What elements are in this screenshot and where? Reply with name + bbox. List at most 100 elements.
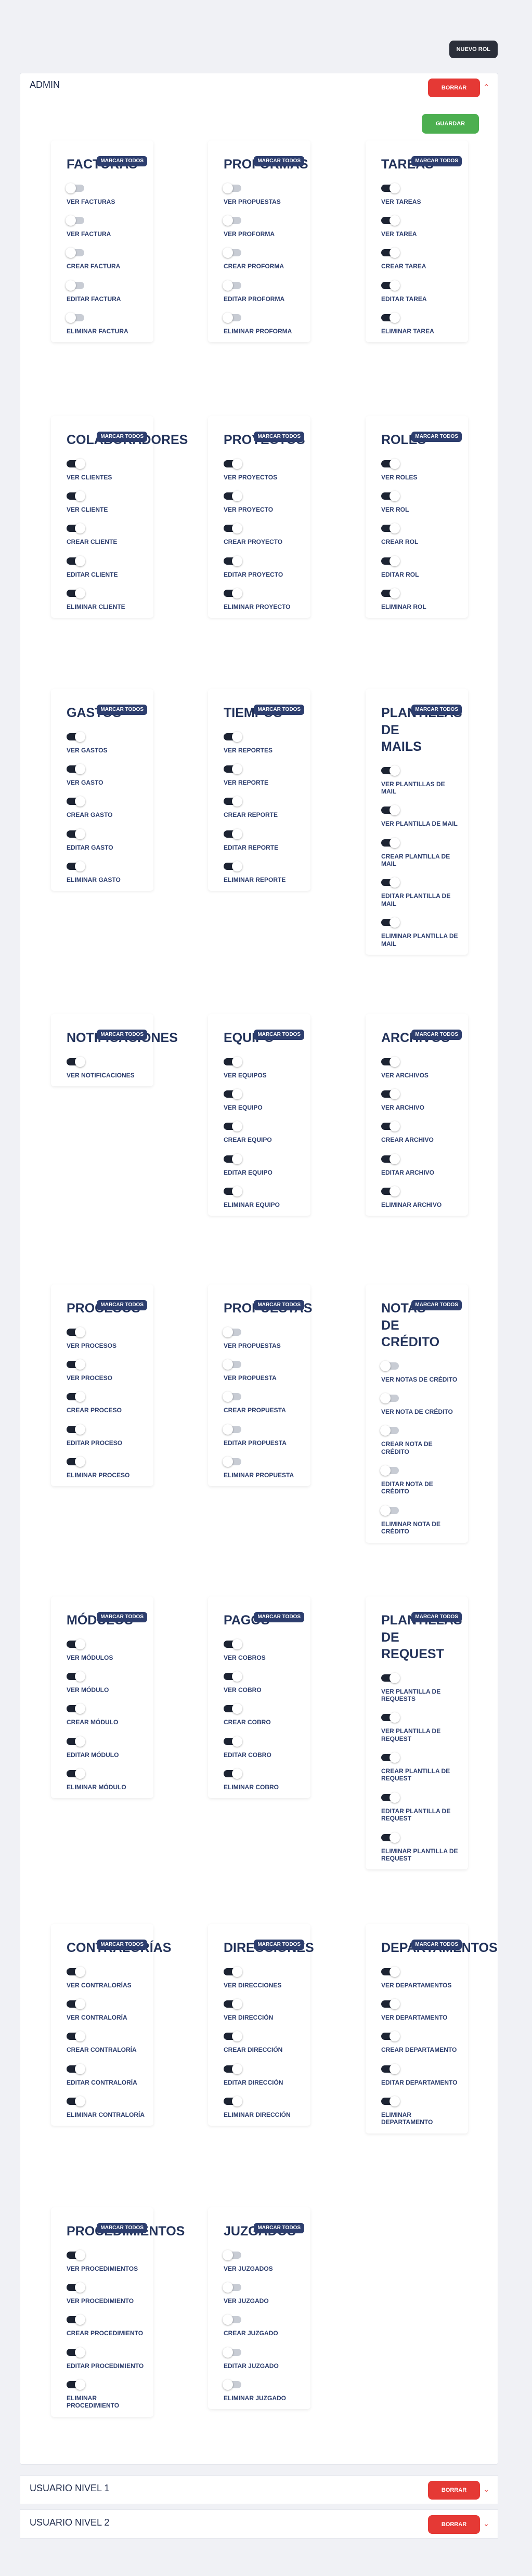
permission-toggle[interactable] [381, 1056, 400, 1067]
permission-toggle[interactable] [224, 555, 242, 566]
permission-toggle[interactable] [223, 1456, 241, 1467]
permission-toggle[interactable] [67, 490, 85, 501]
permission-toggle[interactable] [380, 1465, 399, 1476]
permission-toggle[interactable] [223, 2282, 241, 2293]
permission-toggle[interactable] [67, 2314, 85, 2325]
permission-toggle[interactable] [67, 2096, 85, 2107]
permission-toggle[interactable] [380, 1425, 399, 1436]
permission-toggle[interactable] [381, 1121, 400, 1132]
permission-toggle[interactable] [67, 1056, 85, 1067]
permission-toggle[interactable] [224, 523, 242, 534]
permission-toggle[interactable] [224, 1966, 242, 1977]
permission-toggle[interactable] [223, 1326, 241, 1337]
permission-toggle[interactable] [67, 2282, 85, 2293]
permission-toggle[interactable] [223, 1391, 241, 1402]
permission-toggle[interactable] [224, 1056, 242, 1067]
permission-toggle[interactable] [224, 828, 242, 839]
permission-toggle[interactable] [381, 1712, 400, 1723]
mark-all-button[interactable]: MARCAR TODOS [97, 1030, 147, 1040]
permission-toggle[interactable] [381, 280, 400, 291]
permission-toggle[interactable] [66, 248, 84, 258]
permission-toggle[interactable] [67, 861, 85, 872]
permission-toggle[interactable] [224, 1088, 242, 1099]
permission-toggle[interactable] [224, 1638, 242, 1649]
permission-toggle[interactable] [381, 765, 400, 776]
save-button[interactable]: GUARDAR [422, 114, 479, 134]
permission-toggle[interactable] [224, 1998, 242, 2009]
permission-toggle[interactable] [381, 1832, 400, 1843]
permission-toggle[interactable] [381, 1672, 400, 1683]
permission-toggle[interactable] [67, 1456, 85, 1467]
permission-toggle[interactable] [224, 2096, 242, 2107]
role-row-usuario-nivel-2[interactable]: USUARIO NIVEL 2 BORRAR ⌄ [20, 2509, 498, 2539]
permission-toggle[interactable] [67, 2379, 85, 2390]
permission-toggle[interactable] [224, 731, 242, 742]
permission-toggle[interactable] [224, 1153, 242, 1164]
permission-toggle[interactable] [223, 2249, 241, 2260]
mark-all-button[interactable]: MARCAR TODOS [97, 432, 147, 442]
permission-toggle[interactable] [380, 1393, 399, 1403]
permission-toggle[interactable] [223, 1359, 241, 1370]
mark-all-button[interactable]: MARCAR TODOS [97, 2223, 147, 2233]
permission-toggle[interactable] [67, 1359, 85, 1370]
permission-toggle[interactable] [67, 2347, 85, 2358]
permission-toggle[interactable] [381, 2096, 400, 2107]
permission-toggle[interactable] [380, 1505, 399, 1516]
permission-toggle[interactable] [67, 555, 85, 566]
permission-toggle[interactable] [223, 280, 241, 291]
permission-toggle[interactable] [381, 458, 400, 469]
permission-toggle[interactable] [66, 215, 84, 226]
permission-toggle[interactable] [67, 458, 85, 469]
permission-toggle[interactable] [67, 1703, 85, 1714]
mark-all-button[interactable]: MARCAR TODOS [254, 156, 304, 166]
permission-toggle[interactable] [381, 2031, 400, 2042]
permission-toggle[interactable] [224, 1671, 242, 1682]
mark-all-button[interactable]: MARCAR TODOS [254, 705, 304, 715]
permission-toggle[interactable] [381, 1998, 400, 2009]
permission-toggle[interactable] [224, 861, 242, 872]
permission-toggle[interactable] [381, 2063, 400, 2074]
mark-all-button[interactable]: MARCAR TODOS [97, 1940, 147, 1950]
delete-role-button[interactable]: BORRAR [428, 2515, 480, 2534]
permission-toggle[interactable] [381, 837, 400, 848]
permission-toggle[interactable] [381, 215, 400, 226]
permission-toggle[interactable] [224, 796, 242, 807]
permission-toggle[interactable] [380, 1360, 399, 1371]
role-title[interactable]: USUARIO NIVEL 2 [30, 2517, 109, 2528]
permission-toggle[interactable] [67, 731, 85, 742]
chevron-down-icon[interactable]: ⌄ [483, 2519, 489, 2528]
mark-all-button[interactable]: MARCAR TODOS [411, 1300, 462, 1310]
permission-toggle[interactable] [224, 2031, 242, 2042]
permission-toggle[interactable] [224, 1186, 242, 1197]
permission-toggle[interactable] [66, 183, 84, 193]
permission-toggle[interactable] [67, 2249, 85, 2260]
permission-toggle[interactable] [67, 1998, 85, 2009]
permission-toggle[interactable] [223, 2379, 241, 2390]
permission-toggle[interactable] [224, 458, 242, 469]
permission-toggle[interactable] [67, 2031, 85, 2042]
permission-toggle[interactable] [67, 2063, 85, 2074]
role-title[interactable]: USUARIO NIVEL 1 [30, 2483, 109, 2494]
permission-toggle[interactable] [381, 183, 400, 193]
mark-all-button[interactable]: MARCAR TODOS [97, 705, 147, 715]
permission-toggle[interactable] [381, 1792, 400, 1803]
permission-toggle[interactable] [67, 588, 85, 599]
role-row-usuario-nivel-1[interactable]: USUARIO NIVEL 1 BORRAR ⌄ [20, 2475, 498, 2504]
permission-toggle[interactable] [381, 1752, 400, 1763]
permission-toggle[interactable] [223, 1424, 241, 1435]
permission-toggle[interactable] [224, 763, 242, 774]
mark-all-button[interactable]: MARCAR TODOS [97, 1612, 147, 1622]
permission-toggle[interactable] [381, 1153, 400, 1164]
permission-toggle[interactable] [67, 1736, 85, 1747]
mark-all-button[interactable]: MARCAR TODOS [411, 705, 462, 715]
permission-toggle[interactable] [381, 555, 400, 566]
mark-all-button[interactable]: MARCAR TODOS [411, 1940, 462, 1950]
permission-toggle[interactable] [381, 1088, 400, 1099]
permission-toggle[interactable] [67, 1638, 85, 1649]
permission-toggle[interactable] [381, 523, 400, 534]
chevron-down-icon[interactable]: ⌄ [483, 2485, 489, 2494]
permission-toggle[interactable] [66, 313, 84, 323]
mark-all-button[interactable]: MARCAR TODOS [411, 156, 462, 166]
mark-all-button[interactable]: MARCAR TODOS [254, 432, 304, 442]
delete-role-button[interactable]: BORRAR [428, 79, 480, 97]
